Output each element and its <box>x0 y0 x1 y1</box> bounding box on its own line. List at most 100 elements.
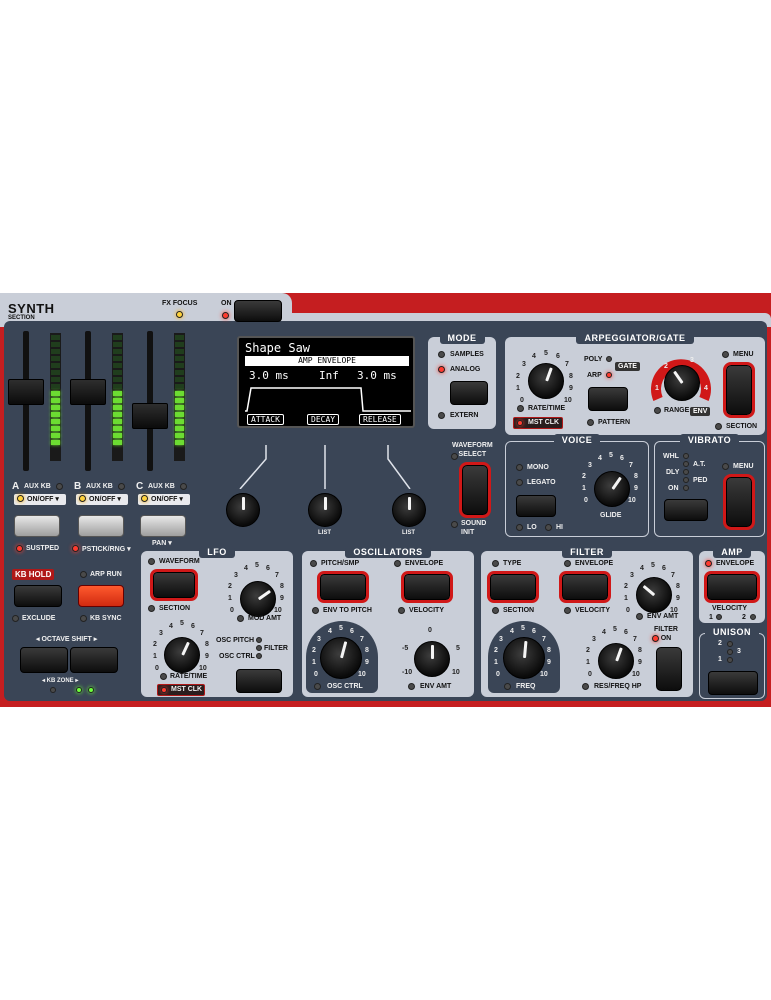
filter-freq-tick-1: 1 <box>494 659 498 666</box>
filter-env-amt-knob[interactable] <box>636 577 672 613</box>
filter-type-led <box>492 560 499 567</box>
filter-env-amt-led <box>636 613 643 620</box>
filter-type-button[interactable] <box>487 571 539 603</box>
display-knob-3[interactable] <box>392 493 426 527</box>
filter-on-led <box>652 635 659 642</box>
kb-sync-label: KB SYNC <box>90 615 122 622</box>
layer-c-onoff-strip: ON/OFF ▾ <box>138 494 190 505</box>
display-knob-1[interactable] <box>226 493 260 527</box>
on-label: ON <box>221 300 232 307</box>
arp-menu-label: MENU <box>733 351 754 358</box>
kb-hold-button[interactable] <box>14 585 62 607</box>
unison-button[interactable] <box>708 671 758 695</box>
arp-range-knob[interactable] <box>664 365 700 401</box>
softkey-decay[interactable]: DECAY <box>307 414 340 425</box>
layer-b-button[interactable] <box>78 515 124 537</box>
osc-env-amt-knob[interactable] <box>414 641 450 677</box>
voice-mode-button[interactable] <box>516 495 556 517</box>
layer-a-sustped-led <box>16 545 23 552</box>
osc-ctrl-knob[interactable] <box>320 637 362 679</box>
layer-c-button[interactable] <box>140 515 186 537</box>
filter-freq-knob[interactable] <box>503 637 545 679</box>
lfo-waveform-button[interactable] <box>150 569 198 601</box>
filter-res-tick-7: 7 <box>633 636 637 643</box>
filter-env-tick-6: 6 <box>662 565 666 572</box>
filter-res-tick-5: 5 <box>613 626 617 633</box>
panel-title: SYNTH <box>8 301 55 316</box>
filter-envelope-button[interactable] <box>559 571 611 603</box>
arp-env-label: ENV <box>690 407 711 416</box>
filter-freq-led <box>504 683 511 690</box>
filter-res-knob[interactable] <box>598 643 634 679</box>
mode-extern-label: EXTERN <box>450 412 479 419</box>
display-release-value: 3.0 ms <box>357 369 397 382</box>
display-knob-2[interactable] <box>308 493 342 527</box>
layer-c-onoff-label: ON/OFF ▾ <box>151 496 183 503</box>
arp-rate-time-label: RATE/TIME <box>528 405 566 412</box>
osc-ctrl-tick-4: 4 <box>328 628 332 635</box>
filter-res-led <box>582 683 589 690</box>
arp-run-button[interactable] <box>78 585 124 607</box>
filter-freq-tick-0: 0 <box>496 671 500 678</box>
softkey-release[interactable]: RELEASE <box>359 414 401 425</box>
osc-envelope-button[interactable] <box>401 571 453 603</box>
kb-zone-led-2 <box>76 687 82 693</box>
osc-pitch-smp-label: PITCH/SMP <box>321 560 360 567</box>
waveform-select-button[interactable] <box>459 462 491 518</box>
osc-ctrl-tick-8: 8 <box>365 647 369 654</box>
filter-res-tick-8: 8 <box>638 647 642 654</box>
softkey-attack[interactable]: ATTACK <box>247 414 284 425</box>
layer-b-letter: B <box>74 481 82 492</box>
filter-envelope-label: ENVELOPE <box>575 560 614 567</box>
arp-rate-tick-7: 7 <box>565 361 569 368</box>
lfo-mod-amt-knob[interactable] <box>240 581 276 617</box>
arp-poly-led <box>606 356 612 362</box>
arp-range-2: 2 <box>664 363 668 370</box>
vibrato-menu-button[interactable] <box>723 474 755 530</box>
osc-ctrl-tick-5: 5 <box>339 625 343 632</box>
lfo-destination-button[interactable] <box>236 669 282 693</box>
display-knob-leaders <box>239 445 411 489</box>
filter-on-button[interactable] <box>656 647 682 691</box>
arp-rate-knob[interactable] <box>528 363 564 399</box>
mode-analog-led <box>438 366 445 373</box>
filter-res-tick-10: 10 <box>632 671 640 678</box>
lfo-mod-tick-4: 4 <box>244 565 248 572</box>
arp-poly-arp-button[interactable] <box>588 387 628 411</box>
glide-tick-3: 3 <box>588 462 592 469</box>
fader-a-cap[interactable] <box>8 379 44 405</box>
osc-ctrl-tick-6: 6 <box>350 628 354 635</box>
lfo-rate-tick-5: 5 <box>180 620 184 627</box>
layer-a-button[interactable] <box>14 515 60 537</box>
octave-up-button[interactable] <box>70 647 118 673</box>
osc-pitch-smp-button[interactable] <box>317 571 369 603</box>
on-led <box>222 312 229 319</box>
arp-rate-tick-8: 8 <box>569 373 573 380</box>
glide-tick-6: 6 <box>620 455 624 462</box>
octave-down-button[interactable] <box>20 647 68 673</box>
layer-b-aux: AUX KB <box>86 483 113 490</box>
lfo-rate-knob[interactable] <box>164 637 200 673</box>
glide-tick-8: 8 <box>634 473 638 480</box>
osc-envelope-led <box>394 560 401 567</box>
filter-res-tick-0: 0 <box>588 671 592 678</box>
glide-tick-5: 5 <box>609 452 613 459</box>
filter-freq-tick-4: 4 <box>510 628 514 635</box>
fader-b-cap[interactable] <box>70 379 106 405</box>
mode-select-button[interactable] <box>450 381 488 405</box>
arp-menu-button[interactable] <box>723 362 755 418</box>
waveform-select-led <box>451 453 458 460</box>
fader-c-cap[interactable] <box>132 403 168 429</box>
amp-envelope-button[interactable] <box>704 571 760 603</box>
sound-init-label: SOUND INIT <box>461 520 487 536</box>
filter-velocity-label: VELOCITY <box>575 607 611 614</box>
glide-knob[interactable] <box>594 471 630 507</box>
layer-c-aux: AUX KB <box>148 483 175 490</box>
kb-sync-led <box>80 615 87 622</box>
filter-freq-tick-3: 3 <box>499 636 503 643</box>
synth-on-button[interactable] <box>234 300 282 322</box>
vibrato-select-button[interactable] <box>664 499 708 521</box>
lfo-mst-clk-label: MST CLK <box>171 686 203 693</box>
lfo-mod-tick-2: 2 <box>228 583 232 590</box>
unison-1-led <box>727 657 733 663</box>
